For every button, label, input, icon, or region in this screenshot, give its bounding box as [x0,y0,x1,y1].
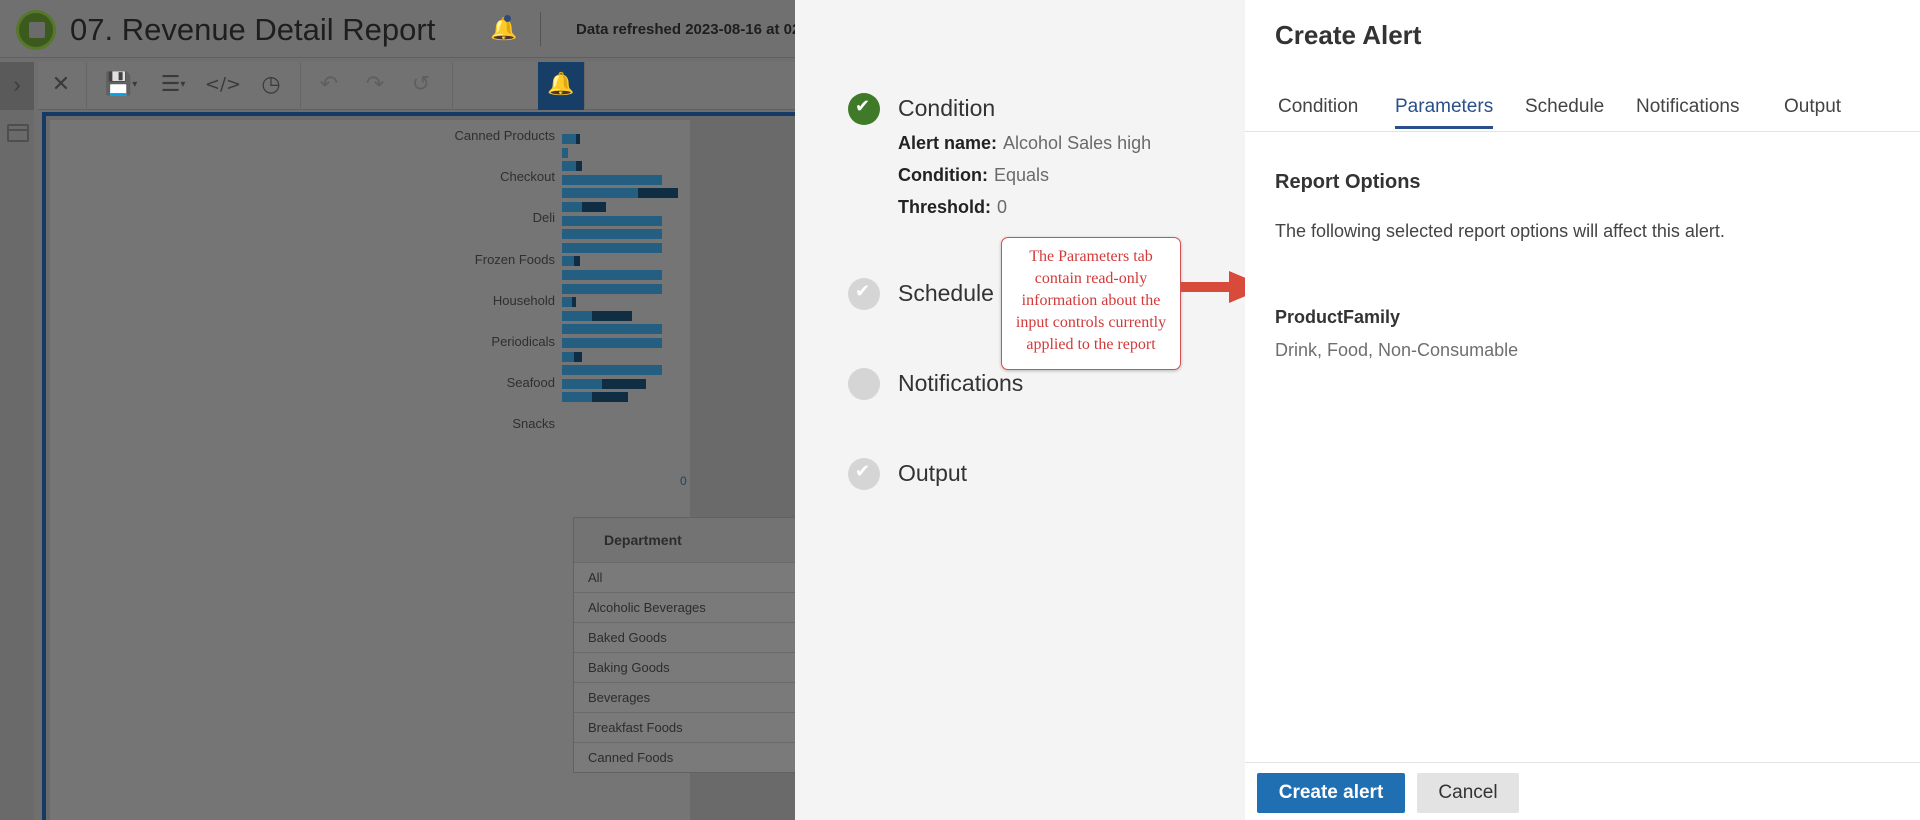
annotation-callout: The Parameters tab contain read-only inf… [1001,237,1181,370]
divider [584,62,585,110]
alerts-bell-icon[interactable]: 🔔 [490,15,517,42]
tab-output[interactable]: Output [1784,96,1841,126]
step-pending-icon [848,368,880,400]
condition-detail: Condition: Equals [898,165,1050,185]
create-alert-icon[interactable]: 🔔 [538,62,584,110]
undo-all-icon[interactable]: ↺ [398,62,444,110]
close-icon[interactable]: ✕ [38,62,84,110]
panel-icon[interactable] [7,124,29,142]
wizard-steps-panel: ✔ Condition Alert name: Alcohol Sales hig… [795,0,1267,820]
parameter-name: ProductFamily [1275,307,1401,327]
department-table: Department All Alcoholic Beverages Baked G… [573,517,800,773]
create-alert-wizard: ✔ Condition Alert name: Alcohol Sales hig… [795,0,1920,820]
report-canvas: Canned Products Checkout Deli Frozen Foods H… [42,112,800,820]
expand-sidebar-icon[interactable]: › [0,62,34,110]
divider [86,62,87,110]
table-row[interactable]: Baked Goods [574,622,799,652]
category-label: Checkout [500,169,555,185]
schedule-icon[interactable]: ◷ [248,62,294,110]
cancel-button[interactable]: Cancel [1417,773,1519,813]
step-title: Output [898,460,968,486]
undo-icon[interactable]: ↶ [306,62,352,110]
category-label: Deli [532,210,555,226]
step-title: Schedule [898,280,994,306]
category-label: Canned Products [454,128,555,143]
tab-condition[interactable]: Condition [1278,96,1358,126]
category-label: Seafood [506,375,555,391]
table-row[interactable]: All [574,562,799,592]
table-row[interactable]: Beverages [574,682,799,712]
redo-icon[interactable]: ↷ [352,62,398,110]
section-description: The following selected report options wi… [1275,221,1725,241]
category-label: Frozen Foods [474,251,555,267]
report-toolbar: ✕ 💾▾ ☰▾ </> ◷ ↶ ↷ ↺ 🔔 [38,62,800,110]
x-tick-label: 0 [680,474,687,488]
export-icon[interactable]: ☰▾ [148,62,198,110]
category-label: Periodicals [491,334,555,349]
data-refreshed-text: Data refreshed 2023-08-16 at 02 [576,21,801,38]
report-title: 07. Revenue Detail Report [70,12,436,47]
category-label: Household [492,292,555,308]
parameter-value: Drink, Food, Non-Consumable [1275,340,1519,360]
step-complete-icon: ✔ [848,93,880,125]
dialog-title: Create Alert [1275,20,1422,50]
save-icon[interactable]: 💾▾ [96,62,146,110]
dialog-tabs: Condition Parameters Schedule Notificati… [1245,92,1920,132]
divider [300,62,301,110]
section-heading: Report Options [1275,171,1421,193]
tab-schedule[interactable]: Schedule [1525,96,1604,126]
sidebar [0,110,34,820]
department-table-header: Department [574,518,799,562]
alert-name-detail: Alert name: Alcohol Sales high [898,133,1152,153]
tab-notifications[interactable]: Notifications [1636,96,1740,126]
embed-code-icon[interactable]: </> [198,62,248,110]
step-title: Condition [898,95,996,121]
table-row[interactable]: Canned Foods [574,742,799,772]
step-check-icon: ✔ [848,458,880,490]
alert-dialog: Create Alert Condition Parameters Schedu… [1245,0,1920,820]
tab-parameters[interactable]: Parameters [1395,96,1494,129]
category-label: Snacks [512,416,555,432]
divider [540,12,541,46]
report-logo-icon [16,10,56,50]
step-title: Notifications [898,370,1024,396]
step-check-icon: ✔ [848,278,880,310]
create-alert-button[interactable]: Create alert [1257,773,1405,813]
threshold-detail: Threshold: 0 [898,197,1008,217]
table-row[interactable]: Baking Goods [574,652,799,682]
divider [452,62,453,110]
dialog-footer: Create alert Cancel [1245,762,1920,820]
table-row[interactable]: Alcoholic Beverages [574,592,799,622]
table-row[interactable]: Breakfast Foods [574,712,799,742]
